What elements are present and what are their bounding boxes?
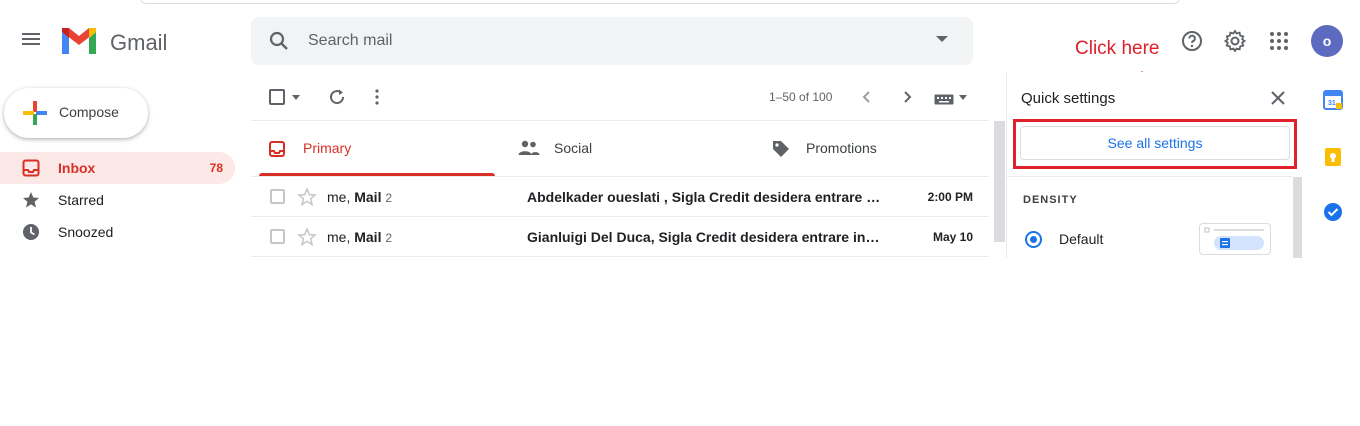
sidebar-item-snoozed[interactable]: Snoozed bbox=[0, 216, 235, 248]
sender-name: Mail bbox=[354, 229, 382, 245]
select-all-checkbox[interactable] bbox=[269, 89, 285, 105]
calendar-icon[interactable]: 31 bbox=[1323, 90, 1343, 110]
quick-settings-scrollbar[interactable] bbox=[1293, 177, 1302, 258]
select-dropdown-icon[interactable] bbox=[292, 95, 300, 100]
search-options-icon[interactable] bbox=[936, 36, 948, 42]
tab-promotions[interactable]: Promotions bbox=[746, 121, 989, 176]
density-preview-thumbnail[interactable] bbox=[1199, 223, 1271, 255]
annotation-click-here: Click here bbox=[1075, 38, 1160, 59]
density-default-radio[interactable] bbox=[1025, 231, 1042, 248]
row-date: 2:00 PM bbox=[927, 190, 973, 204]
star-outline-icon[interactable] bbox=[297, 227, 317, 247]
settings-gear-icon[interactable] bbox=[1223, 29, 1247, 53]
pagination-range: 1–50 of 100 bbox=[769, 90, 833, 104]
star-icon bbox=[22, 191, 40, 209]
row-subject: Abdelkader oueslati , Sigla Credit desid… bbox=[527, 189, 881, 205]
row-checkbox[interactable] bbox=[270, 229, 285, 244]
tasks-icon[interactable] bbox=[1323, 202, 1343, 222]
sidebar-item-label: Snoozed bbox=[58, 224, 114, 240]
sidebar-item-label: Inbox bbox=[58, 160, 96, 176]
sidebar-item-inbox[interactable]: Inbox 78 bbox=[0, 152, 235, 184]
close-icon[interactable] bbox=[1270, 90, 1286, 106]
tab-label: Social bbox=[554, 140, 593, 156]
search-icon[interactable] bbox=[268, 30, 290, 52]
inbox-tab-icon bbox=[269, 141, 285, 157]
tab-primary[interactable]: Primary bbox=[251, 121, 496, 176]
thread-count: 2 bbox=[385, 191, 393, 205]
compose-label: Compose bbox=[59, 104, 119, 120]
more-options-icon[interactable] bbox=[374, 89, 380, 105]
refresh-icon[interactable] bbox=[328, 88, 346, 106]
tag-icon bbox=[772, 140, 790, 158]
browser-address-strip bbox=[140, 0, 1180, 4]
compose-plus-icon bbox=[22, 100, 48, 126]
keep-icon[interactable] bbox=[1323, 147, 1343, 167]
clock-icon bbox=[22, 223, 40, 241]
row-sender: me, Mail 2 bbox=[327, 189, 392, 205]
help-icon[interactable] bbox=[1180, 29, 1204, 53]
tab-label: Primary bbox=[303, 140, 352, 156]
svg-text:31: 31 bbox=[1328, 100, 1336, 107]
apps-grid-icon[interactable] bbox=[1267, 29, 1291, 53]
gmail-logo-icon bbox=[60, 26, 98, 56]
tab-label: Promotions bbox=[806, 140, 877, 156]
sidebar-item-starred[interactable]: Starred bbox=[0, 184, 235, 216]
row-date: May 10 bbox=[932, 230, 973, 244]
row-sender: me, Mail 2 bbox=[327, 229, 392, 245]
unread-count: 78 bbox=[209, 161, 223, 175]
search-input[interactable] bbox=[308, 30, 908, 52]
quick-settings-divider bbox=[1006, 176, 1292, 177]
compose-button[interactable]: Compose bbox=[4, 88, 148, 138]
table-row[interactable]: me, Mail 2 Gianluigi Del Duca, Sigla Cre… bbox=[251, 217, 989, 257]
chevron-left-icon[interactable] bbox=[860, 90, 874, 104]
density-heading: DENSITY bbox=[1023, 194, 1078, 206]
input-tools-dropdown-icon[interactable] bbox=[959, 95, 967, 100]
quick-settings-title: Quick settings bbox=[1021, 90, 1116, 107]
annotation-highlight-box bbox=[1013, 119, 1297, 169]
inbox-icon bbox=[22, 159, 40, 177]
table-row[interactable]: me, Mail 2 Abdelkader oueslati , Sigla C… bbox=[251, 177, 989, 217]
density-default-label: Default bbox=[1059, 231, 1104, 247]
mail-list-scrollbar[interactable] bbox=[994, 121, 1005, 242]
row-subject: Gianluigi Del Duca, Sigla Credit desider… bbox=[527, 229, 881, 245]
star-outline-icon[interactable] bbox=[297, 187, 317, 207]
gmail-brand: Gmail bbox=[110, 30, 168, 55]
keyboard-icon[interactable] bbox=[934, 92, 954, 105]
account-avatar[interactable]: o bbox=[1311, 25, 1343, 57]
sender-name: Mail bbox=[354, 189, 382, 205]
chevron-right-icon[interactable] bbox=[900, 90, 914, 104]
sender-prefix: me, bbox=[327, 229, 355, 245]
tab-social[interactable]: Social bbox=[496, 121, 746, 176]
sidebar-item-label: Starred bbox=[58, 192, 104, 208]
people-icon bbox=[518, 140, 540, 156]
row-checkbox[interactable] bbox=[270, 189, 285, 204]
main-menu-icon[interactable] bbox=[20, 30, 42, 52]
thread-count: 2 bbox=[385, 231, 393, 245]
sender-prefix: me, bbox=[327, 189, 355, 205]
